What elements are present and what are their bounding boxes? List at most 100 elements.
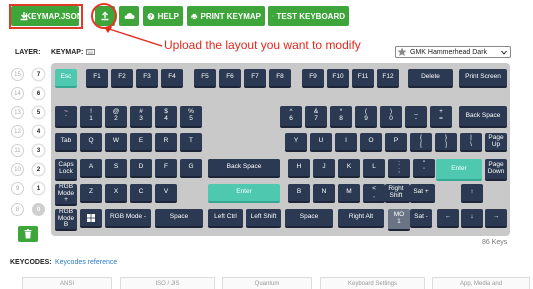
- key-enter[interactable]: Enter: [436, 159, 482, 181]
- key-h[interactable]: H: [288, 159, 310, 178]
- layer-11-button[interactable]: 11: [11, 144, 24, 157]
- key-satminus[interactable]: Sat -: [410, 209, 432, 228]
- tab-0[interactable]: ANSI: [22, 277, 112, 289]
- key-bs2[interactable]: Back Space: [208, 159, 280, 178]
- key-f3[interactable]: F3: [136, 69, 158, 88]
- key-rbr[interactable]: } ]: [435, 133, 457, 152]
- key-c[interactable]: C: [130, 184, 152, 203]
- key-caps[interactable]: Caps Lock: [55, 159, 77, 181]
- key-u[interactable]: U: [310, 133, 332, 152]
- key-f2[interactable]: F2: [111, 69, 133, 88]
- keycodes-reference-link[interactable]: Keycodes reference: [55, 259, 117, 266]
- key-right[interactable]: →: [485, 209, 507, 228]
- key-rshift[interactable]: Right Shift: [385, 184, 407, 203]
- print-keymap-button[interactable]: PRINT KEYMAP: [187, 6, 265, 26]
- key-f5[interactable]: F5: [194, 69, 216, 88]
- key-k[interactable]: K: [338, 159, 360, 178]
- tab-2[interactable]: Quantum: [222, 277, 312, 289]
- key-f10[interactable]: F10: [327, 69, 349, 88]
- key-i[interactable]: I: [335, 133, 357, 152]
- key-left[interactable]: ←: [437, 209, 459, 228]
- key-n3[interactable]: # 3: [130, 106, 152, 128]
- key-tab[interactable]: Tab: [55, 133, 77, 152]
- key-f6[interactable]: F6: [219, 69, 241, 88]
- key-rgbminus[interactable]: RGB Mode -: [105, 209, 151, 228]
- key-n8[interactable]: * 8: [330, 106, 352, 128]
- key-l[interactable]: L: [363, 159, 385, 178]
- key-t[interactable]: T: [180, 133, 202, 152]
- key-s[interactable]: S: [105, 159, 127, 178]
- key-e[interactable]: E: [130, 133, 152, 152]
- key-a[interactable]: A: [80, 159, 102, 178]
- key-down[interactable]: ↓: [461, 209, 483, 228]
- key-bslash[interactable]: | \: [460, 133, 482, 152]
- key-b[interactable]: B: [288, 184, 310, 203]
- key-enter2[interactable]: Enter: [208, 184, 280, 203]
- layer-9-button[interactable]: 9: [11, 182, 24, 195]
- key-rgbmf[interactable]: RGB Mode +: [55, 184, 77, 206]
- key-p[interactable]: P: [385, 133, 407, 152]
- key-n0[interactable]: ) 0: [380, 106, 402, 128]
- layer-3-button[interactable]: 3: [32, 144, 45, 157]
- key-f11[interactable]: F11: [352, 69, 374, 88]
- key-n6[interactable]: ^ 6: [280, 106, 302, 128]
- key-pgup[interactable]: Page Up: [485, 133, 507, 152]
- key-lctrl[interactable]: Left Ctrl: [208, 209, 243, 228]
- key-delete[interactable]: Delete: [408, 69, 453, 88]
- layer-13-button[interactable]: 13: [11, 106, 24, 119]
- key-space1[interactable]: Space: [155, 209, 203, 228]
- tab-1[interactable]: ISO / JIS: [120, 277, 215, 289]
- layer-12-button[interactable]: 12: [11, 125, 24, 138]
- key-lbr[interactable]: { [: [410, 133, 432, 152]
- key-tilde[interactable]: ~ `: [55, 106, 77, 128]
- key-g[interactable]: G: [180, 159, 202, 178]
- key-v[interactable]: V: [155, 184, 177, 203]
- key-f7[interactable]: F7: [244, 69, 266, 88]
- key-n2[interactable]: @ 2: [105, 106, 127, 128]
- key-n1[interactable]: ! 1: [80, 106, 102, 128]
- key-j[interactable]: J: [313, 159, 335, 178]
- key-esc[interactable]: Esc: [55, 69, 77, 88]
- tab-4[interactable]: App, Media and: [432, 277, 530, 289]
- key-comma[interactable]: < ,: [363, 184, 385, 203]
- key-y[interactable]: Y: [285, 133, 307, 152]
- layer-8-button[interactable]: 8: [11, 203, 24, 216]
- key-minus[interactable]: _ -: [405, 106, 427, 128]
- key-q[interactable]: Q: [80, 133, 102, 152]
- key-windows[interactable]: [80, 209, 102, 228]
- key-w[interactable]: W: [105, 133, 127, 152]
- key-o[interactable]: O: [360, 133, 382, 152]
- layer-1-button[interactable]: 1: [32, 182, 45, 195]
- layer-5-button[interactable]: 5: [32, 106, 45, 119]
- key-r[interactable]: R: [155, 133, 177, 152]
- key-ralt[interactable]: Right Alt: [338, 209, 384, 228]
- key-space2[interactable]: Space: [285, 209, 333, 228]
- key-satplus[interactable]: Sat +: [410, 184, 432, 203]
- layer-10-button[interactable]: 10: [11, 163, 24, 176]
- key-m[interactable]: M: [338, 184, 360, 203]
- layer-2-button[interactable]: 2: [32, 163, 45, 176]
- key-f9[interactable]: F9: [302, 69, 324, 88]
- key-rgbmb[interactable]: RGB Mode B: [55, 209, 77, 231]
- key-f4[interactable]: F4: [161, 69, 183, 88]
- key-f8[interactable]: F8: [269, 69, 291, 88]
- key-n4[interactable]: $ 4: [155, 106, 177, 128]
- layer-14-button[interactable]: 14: [11, 87, 24, 100]
- key-n9[interactable]: ( 9: [355, 106, 377, 128]
- key-f1[interactable]: F1: [86, 69, 108, 88]
- key-f[interactable]: F: [155, 159, 177, 178]
- key-mo[interactable]: MO 1: [388, 209, 410, 231]
- key-up[interactable]: ↑: [461, 184, 483, 203]
- test-keyboard-button[interactable]: TEST KEYBOARD: [268, 6, 349, 26]
- theme-select[interactable]: GMK Hammerhead Dark: [395, 46, 511, 58]
- key-n7[interactable]: & 7: [305, 106, 327, 128]
- layer-7-button[interactable]: 7: [32, 68, 45, 81]
- layer-6-button[interactable]: 6: [32, 87, 45, 100]
- key-quote[interactable]: " ': [413, 159, 435, 178]
- key-f12[interactable]: F12: [377, 69, 399, 88]
- key-pgdn[interactable]: Page Down: [485, 159, 507, 181]
- layer-4-button[interactable]: 4: [32, 125, 45, 138]
- layer-15-button[interactable]: 15: [11, 68, 24, 81]
- key-printscreen[interactable]: Print Screen: [459, 69, 507, 88]
- key-n5[interactable]: % 5: [180, 106, 202, 128]
